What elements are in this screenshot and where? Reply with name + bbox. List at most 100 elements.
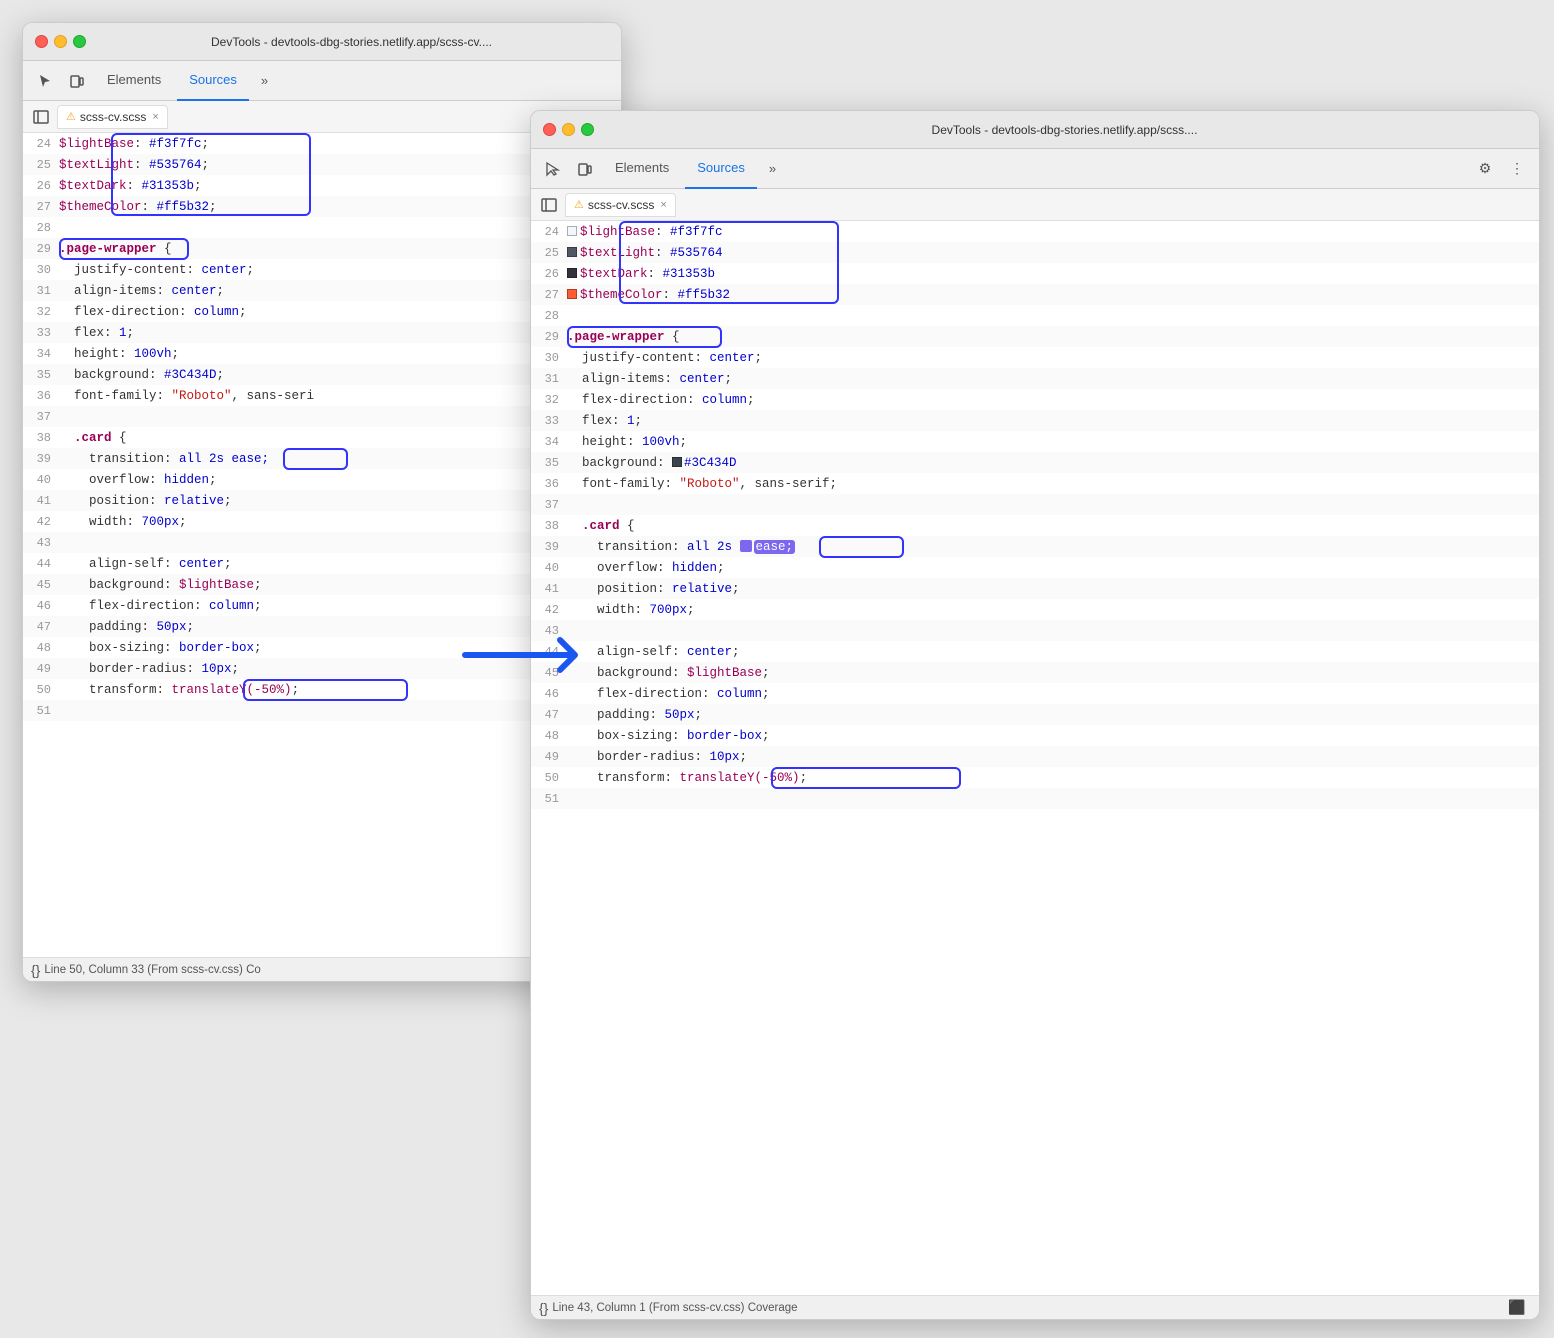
- more-icon[interactable]: ⋮: [1503, 155, 1531, 183]
- close-tab-icon-2[interactable]: ×: [660, 199, 666, 211]
- code-segment: all 2s: [179, 452, 232, 466]
- code-segment: flex-direction:: [59, 599, 209, 613]
- maximize-button-2[interactable]: [581, 123, 594, 136]
- table-row: 30 justify-content: center;: [531, 347, 1539, 368]
- code-content: overflow: hidden;: [567, 561, 725, 575]
- table-row: 27$themeColor: #ff5b32: [531, 284, 1539, 305]
- toolbar-1: Elements Sources »: [23, 61, 621, 101]
- code-segment: ;: [247, 263, 255, 277]
- code-segment: ;: [179, 515, 187, 529]
- line-number: 42: [535, 603, 567, 617]
- cursor-icon-1[interactable]: [31, 67, 59, 95]
- code-segment: $textLight: [580, 246, 655, 260]
- close-button-1[interactable]: [35, 35, 48, 48]
- traffic-lights-2: [543, 123, 594, 136]
- close-tab-icon-1[interactable]: ×: [152, 111, 158, 123]
- code-segment: all 2s: [687, 540, 740, 554]
- warning-icon-2: ⚠: [574, 198, 584, 211]
- table-row: 39 transition: all 2s ease;: [531, 536, 1539, 557]
- file-tab-2[interactable]: ⚠ scss-cv.scss ×: [565, 193, 676, 217]
- code-segment: :: [648, 267, 663, 281]
- close-button-2[interactable]: [543, 123, 556, 136]
- code-content: flex: 1;: [59, 326, 134, 340]
- code-content: height: 100vh;: [567, 435, 687, 449]
- code-content: background: $lightBase;: [567, 666, 770, 680]
- code-segment: center: [710, 351, 755, 365]
- table-row: 46 flex-direction: column;: [531, 683, 1539, 704]
- tab-sources-1[interactable]: Sources: [177, 61, 249, 101]
- code-segment: :: [134, 158, 149, 172]
- minimize-button-2[interactable]: [562, 123, 575, 136]
- code-content: $lightBase: #f3f7fc;: [59, 137, 209, 151]
- maximize-button-1[interactable]: [73, 35, 86, 48]
- sidebar-toggle-2[interactable]: [535, 191, 563, 219]
- line-number: 46: [27, 599, 59, 613]
- code-segment: justify-content:: [567, 351, 710, 365]
- code-segment: $lightBase: [687, 666, 762, 680]
- line-number: 27: [535, 288, 567, 302]
- code-content: transition: all 2s ease;: [567, 540, 795, 554]
- line-number: 41: [535, 582, 567, 596]
- minimize-button-1[interactable]: [54, 35, 67, 48]
- code-segment: ;: [292, 683, 300, 697]
- line-number: 36: [535, 477, 567, 491]
- table-row: 35 background: #3C434D: [531, 452, 1539, 473]
- code-content: $lightBase: #f3f7fc: [567, 225, 723, 239]
- code-segment: ;: [740, 750, 748, 764]
- line-number: 25: [535, 246, 567, 260]
- line-number: 43: [27, 536, 59, 550]
- table-row: 28: [531, 305, 1539, 326]
- code-segment: :: [127, 179, 142, 193]
- code-content: justify-content: center;: [567, 351, 762, 365]
- code-segment: font-family:: [567, 477, 680, 491]
- line-number: 29: [535, 330, 567, 344]
- line-number: 33: [535, 414, 567, 428]
- line-number: 51: [27, 704, 59, 718]
- ease-edit-icon[interactable]: [740, 540, 752, 552]
- code-segment: ;: [717, 561, 725, 575]
- device-icon-2[interactable]: [571, 155, 599, 183]
- code-segment: $lightBase: [580, 225, 655, 239]
- file-tab-1[interactable]: ⚠ scss-cv.scss ×: [57, 105, 168, 129]
- line-number: 44: [535, 645, 567, 659]
- device-icon-1[interactable]: [63, 67, 91, 95]
- tab-more-1[interactable]: »: [253, 67, 276, 94]
- tab-more-2[interactable]: »: [761, 155, 784, 182]
- code-segment: ;: [695, 708, 703, 722]
- sidebar-toggle-1[interactable]: [27, 103, 55, 131]
- line-number: 51: [535, 792, 567, 806]
- tab-sources-2[interactable]: Sources: [685, 149, 757, 189]
- code-content: box-sizing: border-box;: [59, 641, 262, 655]
- tab-elements-1[interactable]: Elements: [95, 61, 173, 101]
- code-segment: align-items:: [567, 372, 680, 386]
- settings-icon[interactable]: ⚙: [1471, 155, 1499, 183]
- code-segment: $themeColor: [580, 288, 663, 302]
- coverage-icon[interactable]: ⬛: [1503, 1294, 1531, 1321]
- code-segment: flex-direction:: [59, 305, 194, 319]
- code-segment: relative: [672, 582, 732, 596]
- code-segment: align-self:: [59, 557, 179, 571]
- line-number: 49: [535, 750, 567, 764]
- code-segment: width:: [567, 603, 650, 617]
- tab-elements-2[interactable]: Elements: [603, 149, 681, 189]
- line-number: 31: [535, 372, 567, 386]
- cursor-icon-2[interactable]: [539, 155, 567, 183]
- code-segment: ;: [800, 771, 808, 785]
- table-row: 25$textLight: #535764: [531, 242, 1539, 263]
- line-number: 30: [535, 351, 567, 365]
- status-text-2: Line 43, Column 1 (From scss-cv.css) Cov…: [552, 1302, 797, 1314]
- code-segment: ;: [732, 645, 740, 659]
- color-swatch: [567, 289, 577, 299]
- code-segment: border-box: [179, 641, 254, 655]
- status-text-1: Line 50, Column 33 (From scss-cv.css) Co: [44, 964, 260, 976]
- table-row: 34 height: 100vh;: [531, 431, 1539, 452]
- table-row: 42 width: 700px;: [531, 599, 1539, 620]
- code-content: $textDark: #31353b: [567, 267, 715, 281]
- table-row: 29.page-wrapper {: [531, 326, 1539, 347]
- line-number: 34: [535, 435, 567, 449]
- line-number: 50: [535, 771, 567, 785]
- code-segment: #3C434D: [684, 456, 737, 470]
- code-segment: transition:: [567, 540, 687, 554]
- code-segment: "Roboto": [680, 477, 740, 491]
- code-segment: ;: [254, 578, 262, 592]
